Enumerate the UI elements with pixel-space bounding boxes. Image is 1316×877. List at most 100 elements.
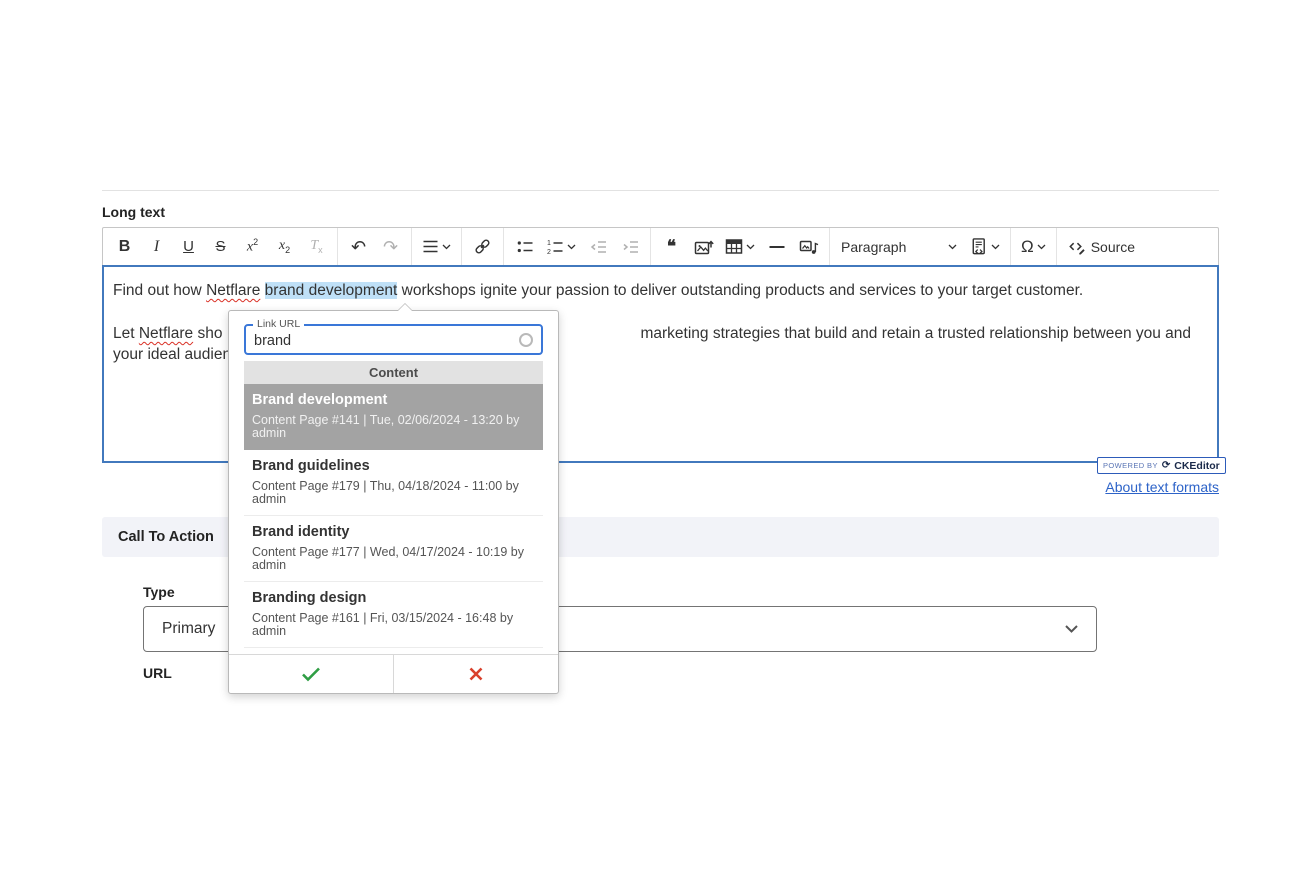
strikethrough-button[interactable]: S <box>205 231 236 262</box>
insert-media-button[interactable] <box>793 231 824 262</box>
align-left-icon <box>422 239 439 254</box>
misspelled-word: Netflare <box>206 282 260 299</box>
numbered-list-dropdown-button[interactable]: 12 <box>541 231 581 262</box>
type-field-label: Type <box>143 584 175 600</box>
suggestion-item[interactable]: Branding design Content Page #161 | Fri,… <box>244 582 543 648</box>
suggestion-title: Brand identity <box>252 525 535 540</box>
chevron-down-icon <box>948 244 957 250</box>
cancel-link-button[interactable] <box>394 655 558 693</box>
page: Long text B I U S x2 x2 Tx ↶ ↷ <box>0 0 1316 877</box>
suggestion-item[interactable]: Brand identity Content Page #177 | Wed, … <box>244 516 543 582</box>
templates-dropdown-button[interactable] <box>964 231 1005 262</box>
chevron-down-icon <box>991 244 1000 250</box>
chevron-down-icon <box>442 244 451 250</box>
url-field-label: URL <box>143 665 172 681</box>
link-url-input[interactable] <box>246 326 541 353</box>
underline-button[interactable]: U <box>173 231 204 262</box>
link-url-label: Link URL <box>253 318 304 330</box>
svg-text:1: 1 <box>547 240 551 247</box>
suggestion-title: Branding design <box>252 591 535 606</box>
superscript-icon: x2 <box>247 237 258 256</box>
indent-button <box>614 231 645 262</box>
toolbar-separator <box>1056 228 1057 265</box>
bold-icon: B <box>119 239 131 255</box>
remove-format-icon: Tx <box>310 238 322 255</box>
powered-by-ckeditor-badge[interactable]: POWERED BY ⟳ CKEditor <box>1097 457 1226 474</box>
undo-button[interactable]: ↶ <box>343 231 374 262</box>
save-link-button[interactable] <box>229 655 394 693</box>
media-icon <box>799 238 819 256</box>
redo-button: ↷ <box>375 231 406 262</box>
indent-icon <box>621 239 639 255</box>
horizontal-line-button[interactable] <box>761 231 792 262</box>
paragraph-style-value: Paragraph <box>841 239 906 255</box>
template-document-icon <box>969 237 988 256</box>
suggestion-item[interactable]: Brand guidelines Content Page #179 | Thu… <box>244 450 543 516</box>
source-code-icon <box>1067 237 1086 256</box>
call-to-action-title: Call To Action <box>118 529 214 545</box>
selected-text: brand development <box>265 282 398 299</box>
misspelled-word: Netflare <box>139 325 193 342</box>
suggestion-meta: Content Page #141 | Tue, 02/06/2024 - 13… <box>252 414 535 440</box>
remove-format-button: Tx <box>301 231 332 262</box>
chevron-down-icon <box>1037 244 1046 250</box>
paragraph-style-dropdown[interactable]: Paragraph <box>835 231 963 262</box>
chevron-down-icon <box>746 244 755 250</box>
redo-icon: ↷ <box>383 238 398 256</box>
image-upload-icon <box>694 238 714 256</box>
long-text-field-label: Long text <box>102 204 165 220</box>
source-button[interactable]: Source <box>1062 231 1140 262</box>
bold-button[interactable]: B <box>109 231 140 262</box>
suggestion-meta: Content Page #161 | Fri, 03/15/2024 - 16… <box>252 612 535 638</box>
strikethrough-icon: S <box>215 239 225 254</box>
balloon-action-bar <box>229 654 558 693</box>
underline-icon: U <box>183 239 194 254</box>
link-button[interactable] <box>467 231 498 262</box>
table-icon <box>725 238 743 255</box>
editor-paragraph: Find out how Netflare brand development … <box>113 280 1208 301</box>
insert-table-dropdown-button[interactable] <box>720 231 760 262</box>
chevron-down-icon <box>567 244 576 250</box>
suggestion-title: Brand guidelines <box>252 459 535 474</box>
suggestion-item[interactable]: Brand development Content Page #141 | Tu… <box>244 384 543 450</box>
alignment-dropdown-button[interactable] <box>417 231 456 262</box>
ckeditor-logo-icon: ⟳ <box>1162 461 1170 471</box>
link-suggestions-list: Content Brand development Content Page #… <box>244 361 543 648</box>
outdent-button <box>582 231 613 262</box>
checkmark-icon <box>301 666 321 682</box>
toolbar-separator <box>829 228 830 265</box>
blockquote-icon: ❝ <box>667 238 676 255</box>
toolbar-separator <box>503 228 504 265</box>
ckeditor-brand-label: CKEditor <box>1174 460 1220 472</box>
source-button-label: Source <box>1091 239 1135 255</box>
horizontal-line-icon <box>768 238 786 256</box>
italic-icon: I <box>154 239 159 255</box>
toolbar-separator <box>650 228 651 265</box>
toolbar-separator <box>337 228 338 265</box>
about-text-formats-link[interactable]: About text formats <box>1105 479 1219 495</box>
bulleted-list-icon <box>516 238 534 256</box>
link-icon <box>473 237 492 256</box>
blockquote-button[interactable]: ❝ <box>656 231 687 262</box>
subscript-button[interactable]: x2 <box>269 231 300 262</box>
link-url-field: Link URL <box>244 324 543 355</box>
insert-image-button[interactable] <box>688 231 719 262</box>
numbered-list-icon: 12 <box>546 238 564 256</box>
link-balloon-panel: Link URL Content Brand development Conte… <box>228 310 559 694</box>
toolbar-separator <box>1010 228 1011 265</box>
powered-by-label: POWERED BY <box>1103 461 1158 470</box>
special-character-icon: Ω <box>1021 238 1034 255</box>
superscript-button[interactable]: x2 <box>237 231 268 262</box>
section-divider <box>102 190 1219 191</box>
suggestion-title: Brand development <box>252 393 535 408</box>
subscript-icon: x2 <box>279 238 290 255</box>
bulleted-list-button[interactable] <box>509 231 540 262</box>
loading-spinner-icon <box>519 333 533 347</box>
undo-icon: ↶ <box>351 238 366 256</box>
italic-button[interactable]: I <box>141 231 172 262</box>
editor-toolbar: B I U S x2 x2 Tx ↶ ↷ 12 <box>102 227 1219 266</box>
special-characters-dropdown-button[interactable]: Ω <box>1016 231 1051 262</box>
suggestions-group-header: Content <box>244 361 543 384</box>
close-icon <box>468 666 484 682</box>
svg-text:2: 2 <box>547 249 551 256</box>
